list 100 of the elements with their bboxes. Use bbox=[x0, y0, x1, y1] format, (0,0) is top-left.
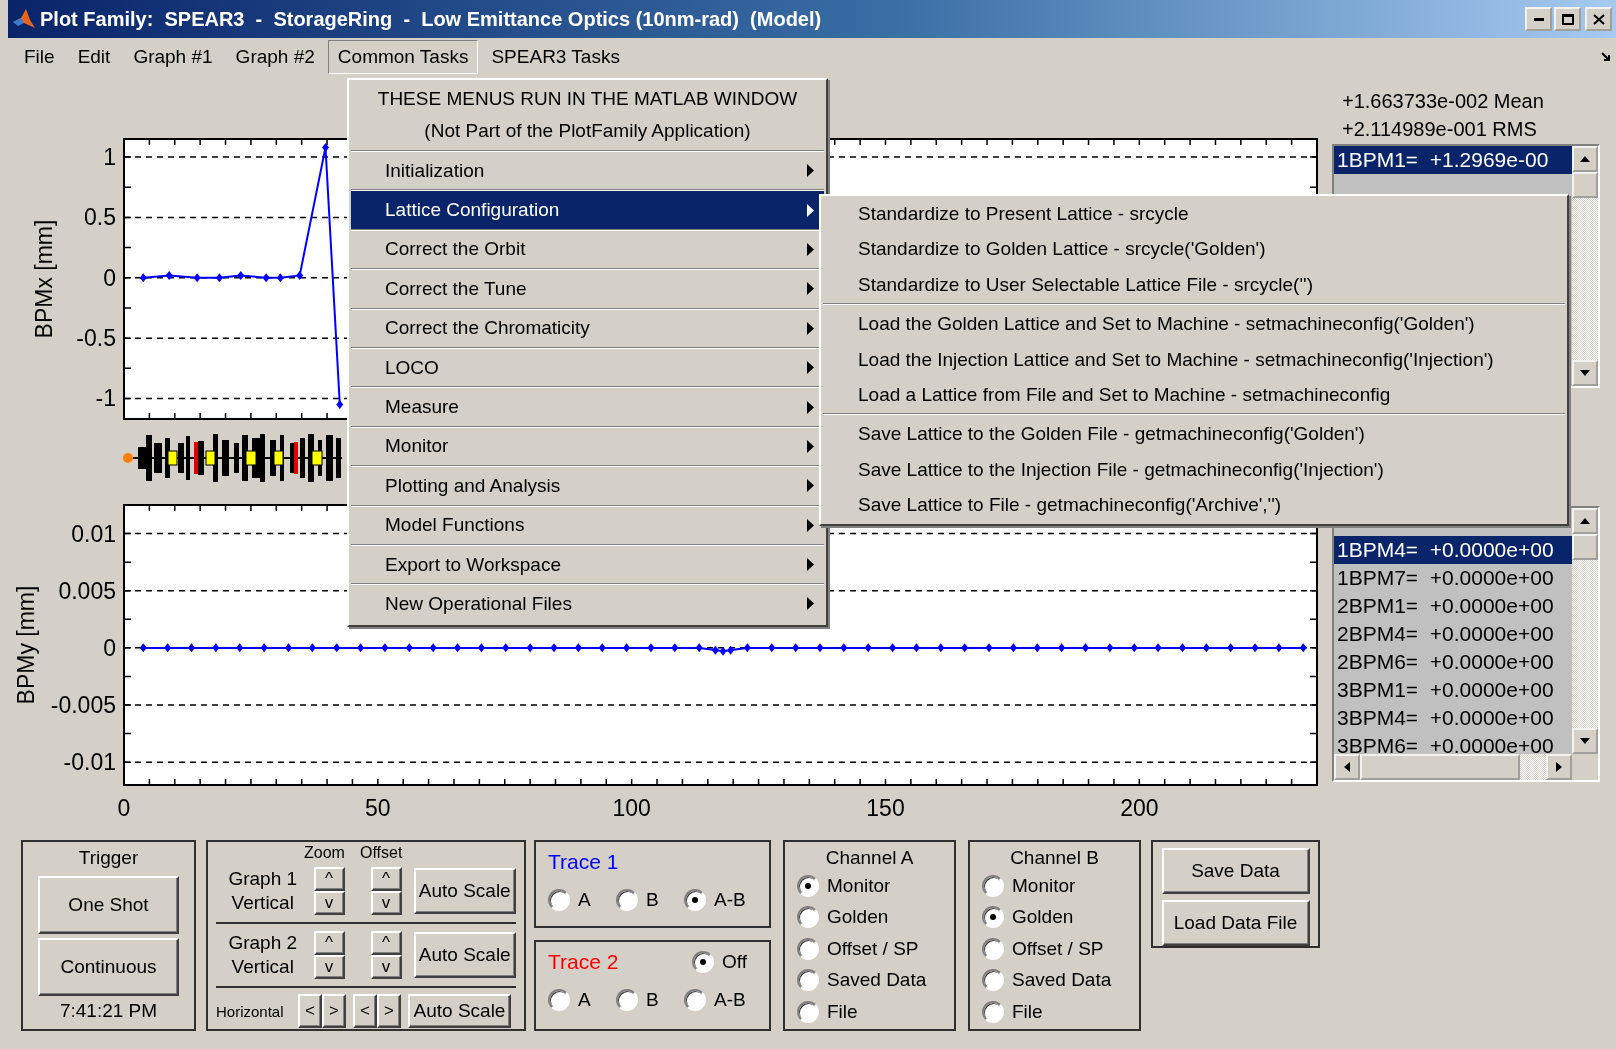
radio-button[interactable] bbox=[797, 874, 819, 897]
radio-button[interactable] bbox=[616, 989, 638, 1011]
trigger-button[interactable]: One Shot bbox=[38, 876, 179, 934]
data-point bbox=[429, 643, 437, 653]
axis-tick-label: -0.01 bbox=[63, 749, 116, 776]
radio-button[interactable] bbox=[548, 889, 570, 911]
list-item[interactable]: 2BPM1= +0.0000e+00 bbox=[1334, 592, 1572, 620]
radio-button[interactable] bbox=[982, 937, 1004, 960]
radio-button[interactable] bbox=[982, 969, 1004, 992]
data-point bbox=[1178, 643, 1186, 653]
menu-item[interactable]: Standardize to Present Lattice - srcycle bbox=[823, 196, 1565, 232]
menu-item[interactable]: Common Tasks bbox=[327, 40, 479, 74]
menu-item[interactable]: Edit bbox=[67, 40, 121, 74]
close-button[interactable] bbox=[1585, 7, 1612, 31]
scroll-thumb[interactable] bbox=[1572, 534, 1598, 560]
axis-tick-label: 0.005 bbox=[58, 577, 116, 604]
data-point bbox=[237, 270, 245, 280]
menu-item[interactable]: Monitor bbox=[351, 427, 824, 466]
radio-button[interactable] bbox=[982, 1000, 1004, 1023]
data-point bbox=[1154, 643, 1162, 653]
axis-tick-label: 0 bbox=[117, 795, 131, 821]
offset-button[interactable]: > bbox=[377, 994, 401, 1028]
radio-button[interactable] bbox=[982, 906, 1004, 929]
list-item[interactable]: 1BPM4= +0.0000e+00 bbox=[1334, 536, 1572, 564]
scroll-down-button[interactable] bbox=[1572, 728, 1598, 754]
radio-button[interactable] bbox=[797, 969, 819, 992]
list-item[interactable]: 2BPM6= +0.0000e+00 bbox=[1334, 648, 1572, 676]
radio-button[interactable] bbox=[797, 1000, 819, 1023]
menu-item[interactable]: Graph #2 bbox=[225, 40, 325, 74]
trigger-button[interactable]: Continuous bbox=[38, 938, 179, 996]
minimize-button[interactable] bbox=[1525, 7, 1552, 31]
data-point bbox=[1033, 643, 1041, 653]
data-point bbox=[405, 643, 413, 653]
option-label: Monitor bbox=[827, 874, 891, 897]
scroll-up-button[interactable] bbox=[1572, 508, 1598, 534]
submenu-arrow-icon bbox=[807, 164, 814, 178]
data-point bbox=[308, 643, 316, 653]
list-item[interactable]: 3BPM1= +0.0000e+00 bbox=[1334, 676, 1572, 704]
radio-button[interactable] bbox=[797, 937, 819, 960]
menu-item[interactable]: Graph #1 bbox=[123, 40, 223, 74]
axis-tick-label: -0.005 bbox=[50, 692, 116, 718]
scroll-left-button[interactable] bbox=[1334, 754, 1360, 780]
radio-button[interactable] bbox=[616, 889, 638, 911]
radio-button[interactable] bbox=[684, 989, 706, 1011]
offset-button[interactable]: v bbox=[370, 955, 402, 979]
menu-item[interactable]: Load a Lattice from File and Set to Machine - setmachineconfig bbox=[823, 376, 1565, 413]
data-point bbox=[1299, 643, 1307, 653]
auto-scale-button[interactable]: Auto Scale bbox=[413, 932, 516, 978]
list-item[interactable]: 2BPM4= +0.0000e+00 bbox=[1334, 620, 1572, 648]
option-label: File bbox=[827, 1000, 858, 1023]
maximize-button[interactable] bbox=[1554, 7, 1581, 31]
menu-item[interactable]: Save Lattice to File - getmachineconfig('Archive','') bbox=[823, 487, 1565, 523]
file-button[interactable]: Save Data bbox=[1161, 848, 1310, 894]
scroll-right-button[interactable] bbox=[1546, 754, 1572, 780]
menu-item[interactable]: Save Lattice to the Injection File - getmachineconfig('Injection') bbox=[823, 451, 1565, 488]
auto-scale-button[interactable]: Auto Scale bbox=[408, 994, 511, 1028]
list-item[interactable]: 3BPM6= +0.0000e+00 bbox=[1334, 732, 1572, 754]
menu-item[interactable]: Load the Injection Lattice and Set to Machine - setmachineconfig('Injection') bbox=[823, 341, 1565, 377]
zoom-button[interactable]: v bbox=[313, 891, 345, 915]
minimize-icon bbox=[1533, 17, 1544, 21]
file-button[interactable]: Load Data File bbox=[1161, 900, 1310, 946]
radio-button[interactable] bbox=[797, 906, 819, 929]
dock-arrow-icon[interactable] bbox=[1600, 51, 1612, 63]
list-item[interactable]: 1BPM7= +0.0000e+00 bbox=[1334, 564, 1572, 592]
zoom-button[interactable]: v bbox=[313, 955, 345, 979]
radio-button[interactable] bbox=[548, 989, 570, 1011]
offset-button[interactable]: < bbox=[353, 994, 377, 1028]
menu-item[interactable]: Standardize to Golden Lattice - srcycle('Golden') bbox=[823, 231, 1565, 267]
data-point bbox=[889, 643, 897, 653]
data-point bbox=[768, 643, 776, 653]
scroll-thumb[interactable] bbox=[1572, 172, 1598, 198]
option-label: Golden bbox=[1012, 906, 1074, 929]
menu-item[interactable]: Lattice Configuration bbox=[351, 191, 824, 229]
list-item[interactable]: 3BPM4= +0.0000e+00 bbox=[1334, 704, 1572, 732]
zoom-button[interactable]: ^ bbox=[313, 931, 345, 955]
radio-button[interactable] bbox=[982, 874, 1004, 897]
data-point bbox=[671, 643, 679, 653]
zoom-button[interactable]: < bbox=[298, 994, 322, 1028]
scroll-down-button[interactable] bbox=[1572, 360, 1598, 386]
scroll-thumb[interactable] bbox=[1360, 754, 1520, 780]
menu-item[interactable]: Load the Golden Lattice and Set to Machine - setmachineconfig('Golden') bbox=[823, 306, 1565, 342]
zoom-button[interactable]: > bbox=[322, 994, 346, 1028]
menu-item[interactable]: File bbox=[14, 40, 65, 74]
menu-item[interactable]: Standardize to User Selectable Lattice File - srcycle('') bbox=[823, 266, 1565, 303]
scroll-up-button[interactable] bbox=[1572, 146, 1598, 172]
menu-item[interactable]: Initialization bbox=[351, 152, 824, 190]
list-item[interactable]: 1BPM1= +1.2969e-00 bbox=[1334, 146, 1572, 174]
option-label: B bbox=[646, 989, 659, 1011]
offset-button[interactable]: ^ bbox=[370, 931, 402, 955]
zoom-button[interactable]: ^ bbox=[313, 867, 345, 891]
menu-item[interactable]: SPEAR3 Tasks bbox=[481, 40, 630, 74]
menu-item[interactable]: New Operational Files bbox=[351, 585, 824, 623]
auto-scale-button[interactable]: Auto Scale bbox=[413, 868, 516, 914]
offset-button[interactable]: ^ bbox=[370, 867, 402, 891]
radio-button[interactable] bbox=[692, 951, 714, 973]
menu-item[interactable]: Save Lattice to the Golden File - getmachineconfig('Golden') bbox=[823, 416, 1565, 452]
offset-button[interactable]: v bbox=[370, 891, 402, 915]
option-label: Saved Data bbox=[1012, 969, 1112, 992]
menu-item[interactable]: Export to Workspace bbox=[351, 545, 824, 584]
radio-button[interactable] bbox=[684, 889, 706, 911]
